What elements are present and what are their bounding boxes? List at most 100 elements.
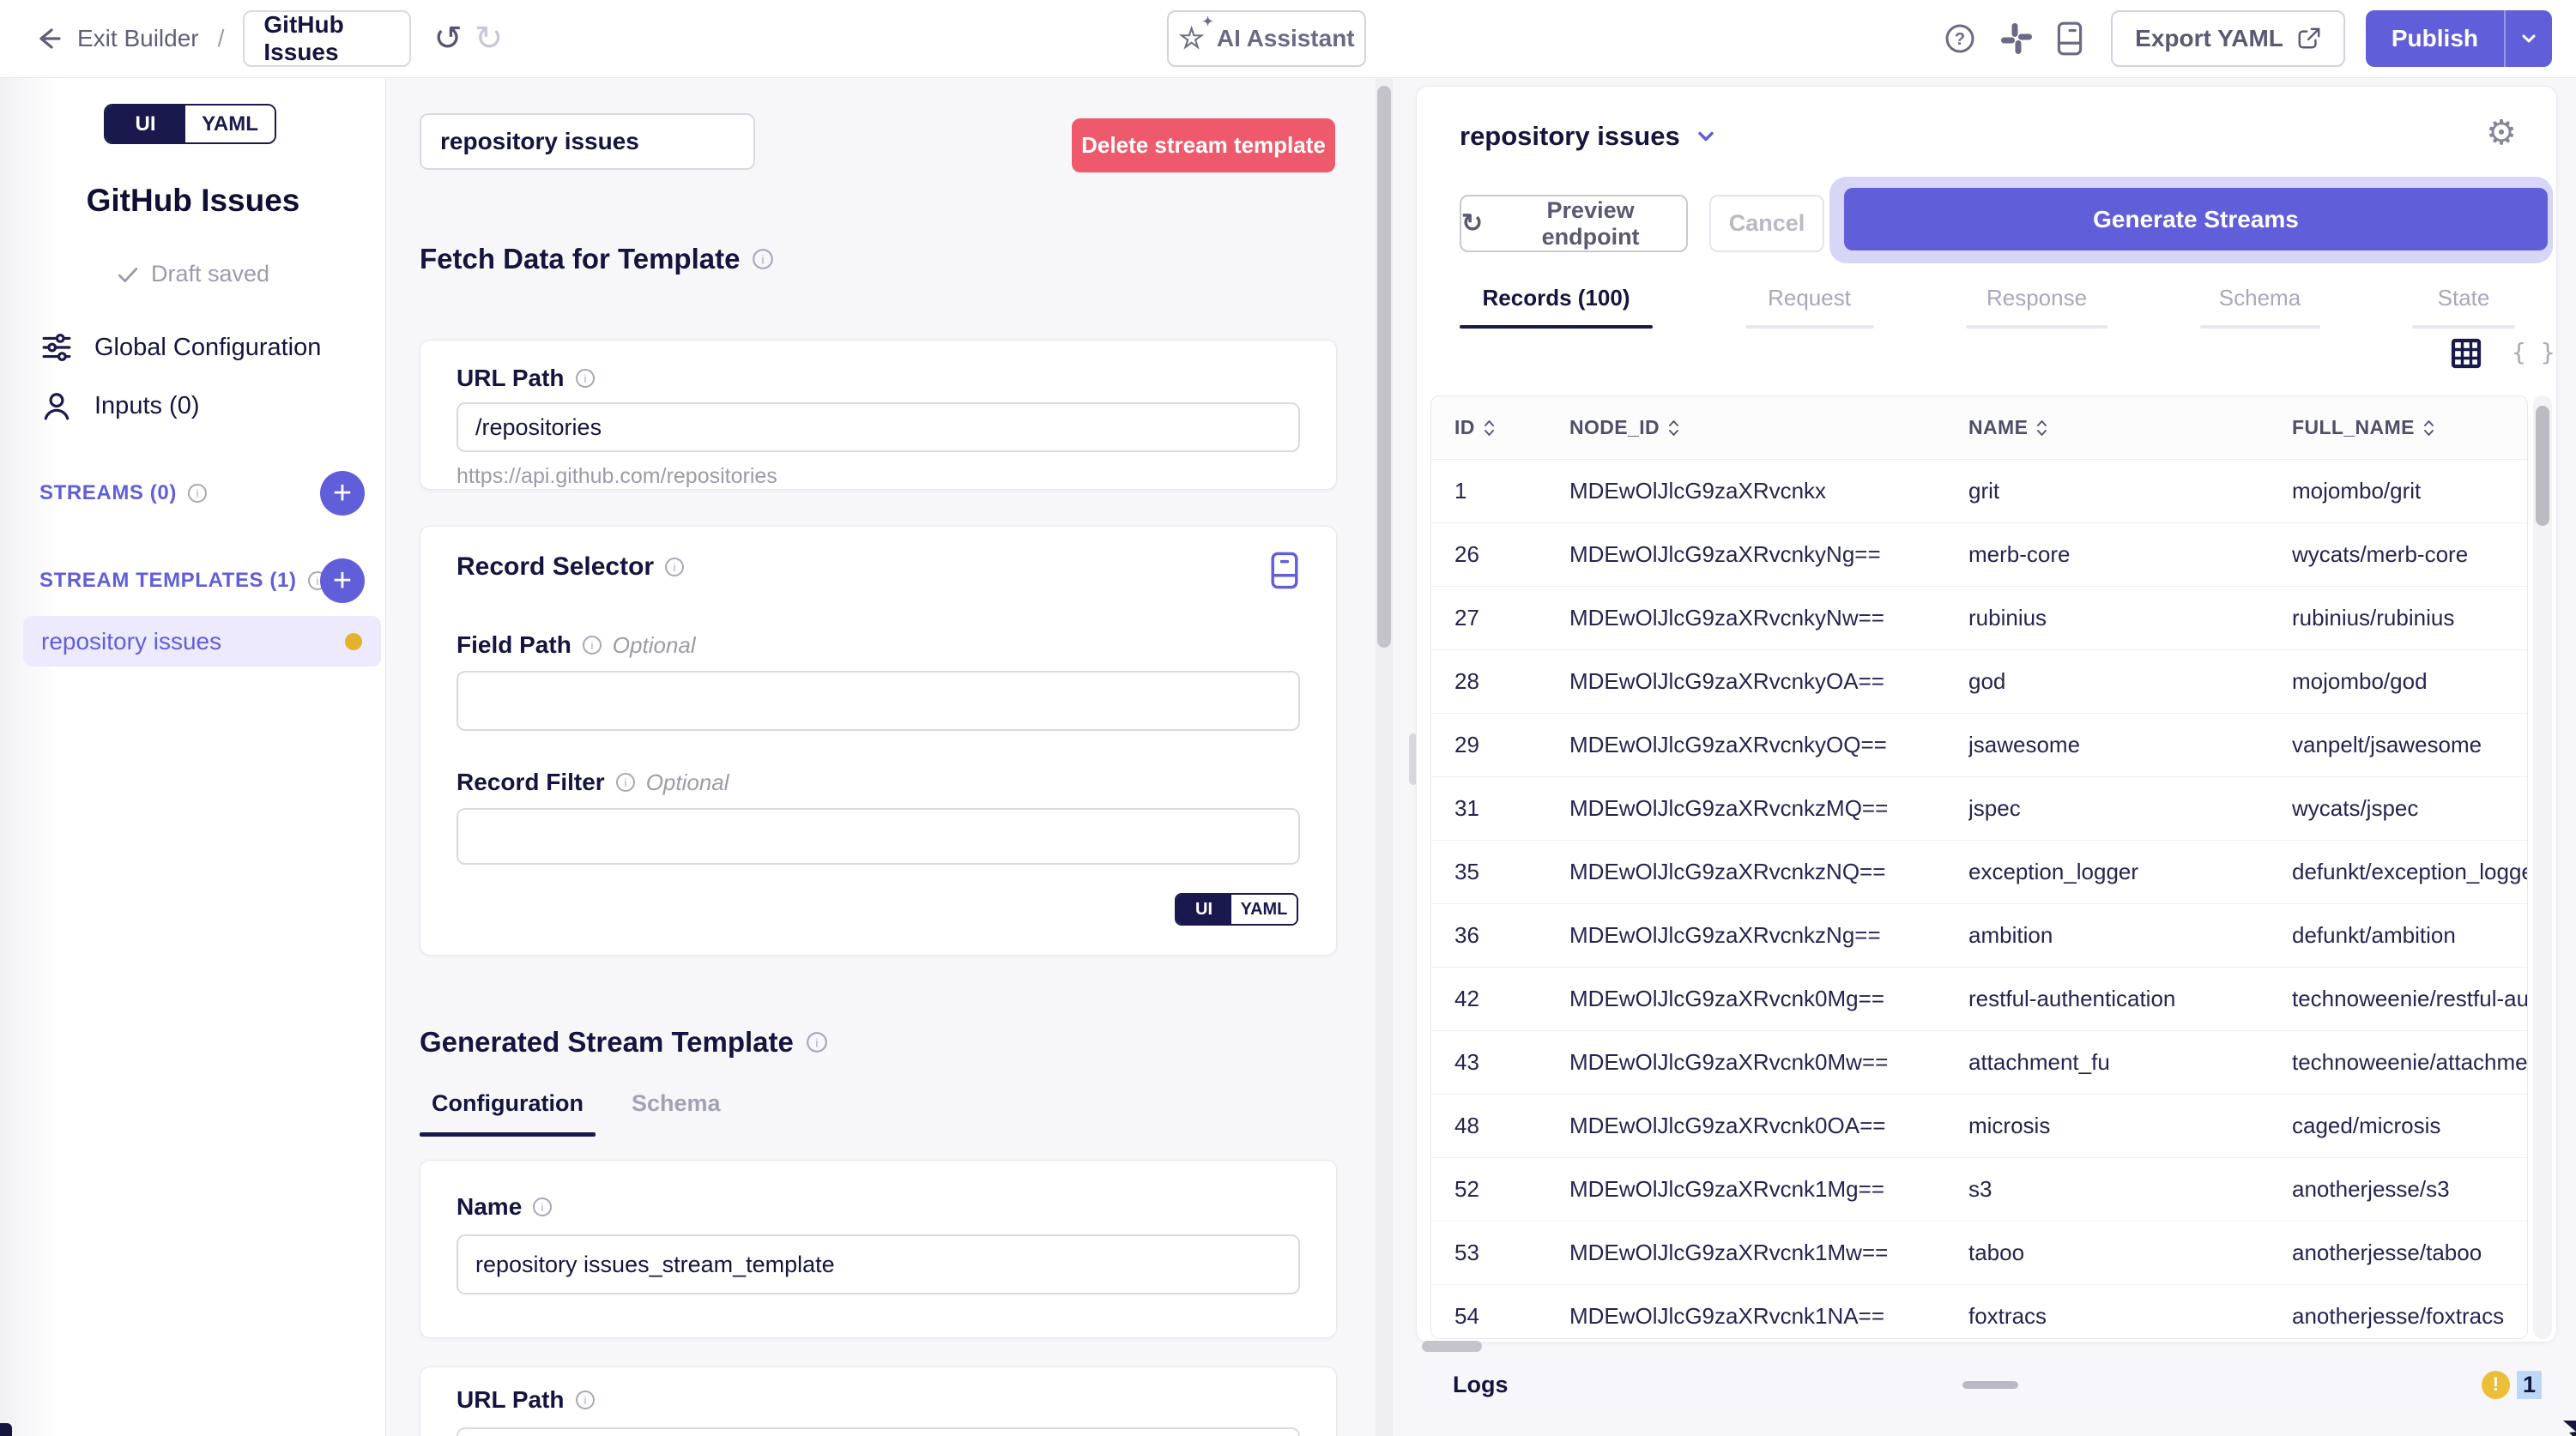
tab-schema[interactable]: Schema [632,1090,714,1137]
undo-icon[interactable]: ↺ [433,21,463,56]
column-header-full-name[interactable]: FULL_NAME [2292,416,2527,439]
table-scrollbar[interactable] [2533,395,2552,1339]
tab-state[interactable]: State [2412,285,2515,329]
cell-name: ambition [1968,922,2292,949]
exit-builder-link[interactable]: Exit Builder [77,25,199,52]
cell-node-id: MDEwOlJlcG9zaXRvcnkyOQ== [1569,732,1968,758]
docs-icon[interactable] [2056,21,2083,57]
record-filter-label: Record Filter i Optional [457,769,1300,796]
info-icon: i [575,1390,596,1410]
tab-configuration[interactable]: Configuration [420,1090,596,1137]
delete-stream-template-button[interactable]: Delete stream template [1072,118,1335,172]
cell-full-name: caged/microsis [2292,1113,2527,1139]
info-icon: i [582,635,602,655]
column-header-name[interactable]: NAME [1968,416,2292,439]
field-path-label: Field Path i Optional [457,631,1300,659]
publish-button[interactable]: Publish [2366,10,2504,67]
connector-name-input[interactable]: GitHub Issues [243,10,411,67]
back-arrow-icon[interactable] [31,21,65,56]
svg-text:i: i [316,575,318,588]
top-bar: Exit Builder / GitHub Issues ↺ ↻ ☆✦ AI A… [0,0,2576,78]
table-row: 54 MDEwOlJlcG9zaXRvcnk1NA== foxtracs ano… [1431,1285,2527,1339]
table-row: 29 MDEwOlJlcG9zaXRvcnkyOQ== jsawesome va… [1431,714,2527,777]
mouse-cursor [2561,1419,2576,1436]
user-icon [41,390,72,421]
cell-node-id: MDEwOlJlcG9zaXRvcnkyNg== [1569,541,1968,568]
cell-name: grit [1968,478,2292,504]
template-name-input[interactable] [420,113,755,170]
redo-icon[interactable]: ↻ [475,21,504,56]
gear-icon[interactable]: ⚙ [2486,116,2517,150]
records-table-body: 1 MDEwOlJlcG9zaXRvcnkx grit mojombo/grit… [1431,460,2527,1339]
cell-id: 1 [1454,478,1569,504]
cell-node-id: MDEwOlJlcG9zaXRvcnk0Mw== [1569,1049,1968,1076]
stream-selector[interactable]: repository issues [1460,121,1718,152]
sidebar-item-inputs[interactable]: Inputs (0) [41,390,200,421]
add-stream-button[interactable]: + [320,471,365,516]
info-icon: i [532,1197,553,1217]
tab-response[interactable]: Response [1966,285,2107,329]
svg-text:i: i [815,1035,818,1049]
documentation-icon[interactable] [1269,551,1300,590]
cancel-button[interactable]: Cancel [1709,195,1824,252]
json-view-icon[interactable]: { } [2512,338,2555,366]
svg-text:i: i [584,1394,586,1407]
sidebar-item-global-configuration[interactable]: Global Configuration [41,332,321,363]
cell-full-name: wycats/merb-core [2292,541,2527,568]
cell-node-id: MDEwOlJlcG9zaXRvcnkzNQ== [1569,859,1968,885]
sidebar-item-repository-issues[interactable]: repository issues [23,616,381,667]
toggle-ui-option[interactable]: UI [1176,895,1231,924]
toggle-ui-option[interactable]: UI [106,106,185,142]
svg-text:?: ? [1955,30,1965,49]
cell-id: 54 [1454,1303,1569,1330]
record-selector-card: Record Selector i Field Path i Optional … [420,526,1337,956]
url-path-input[interactable] [457,402,1300,452]
cell-node-id: MDEwOlJlcG9zaXRvcnkx [1569,478,1968,504]
stream-templates-section-header[interactable]: STREAM TEMPLATES (1) i [39,558,328,603]
column-header-node-id[interactable]: NODE_ID [1569,416,1968,439]
cell-name: exception_logger [1968,859,2292,885]
add-stream-template-button[interactable]: + [320,558,365,603]
draft-status-label: Draft saved [151,261,269,287]
cell-name: god [1968,668,2292,695]
record-filter-input[interactable] [457,808,1300,865]
cell-id: 42 [1454,986,1569,1012]
toggle-yaml-option[interactable]: YAML [1231,895,1297,924]
tab-records[interactable]: Records (100) [1460,285,1653,329]
editor-scrollbar[interactable] [1376,78,1393,1436]
testing-panel: repository issues ⚙ ↻ Preview endpoint C… [1416,86,2557,1342]
preview-endpoint-button[interactable]: ↻ Preview endpoint [1460,195,1688,252]
toggle-yaml-option[interactable]: YAML [185,106,275,142]
scrollbar-thumb[interactable] [2536,406,2549,526]
logs-drag-handle[interactable] [1962,1381,2018,1389]
sort-icon [1484,419,1495,437]
export-yaml-button[interactable]: Export YAML [2111,10,2345,67]
streams-section-header[interactable]: STREAMS (0) i [39,471,208,516]
tab-schema[interactable]: Schema [2200,285,2320,329]
url-preview-text: https://api.github.com/repositories [457,464,1300,489]
ai-assistant-button[interactable]: ☆✦ AI Assistant [1167,10,1366,67]
column-header-id[interactable]: ID [1454,416,1569,439]
logs-bar[interactable]: Logs ! 1 [1416,1361,2557,1408]
generated-url-path-input[interactable] [457,1427,1300,1436]
generate-streams-button[interactable]: Generate Streams [1844,188,2548,250]
publish-dropdown-button[interactable] [2504,10,2552,67]
warning-count-badge: 1 [2517,1371,2542,1399]
tab-request[interactable]: Request [1745,285,1874,329]
cell-node-id: MDEwOlJlcG9zaXRvcnkzMQ== [1569,795,1968,822]
scrollbar-thumb[interactable] [1377,86,1391,648]
table-row: 43 MDEwOlJlcG9zaXRvcnk0Mw== attachment_f… [1431,1031,2527,1095]
table-view-icon[interactable] [2451,338,2482,369]
connector-name-value: GitHub Issues [263,11,409,66]
check-icon [117,263,139,286]
slack-icon[interactable] [1999,21,2034,56]
external-link-icon [2297,27,2321,51]
cell-id: 26 [1454,541,1569,568]
help-icon[interactable]: ? [1943,21,1977,56]
template-stream-name-input[interactable] [457,1234,1300,1294]
table-horizontal-scrollbar-thumb[interactable] [1422,1341,1482,1352]
cell-id: 36 [1454,922,1569,949]
cell-id: 27 [1454,605,1569,631]
cell-id: 52 [1454,1176,1569,1203]
field-path-input[interactable] [457,671,1300,731]
